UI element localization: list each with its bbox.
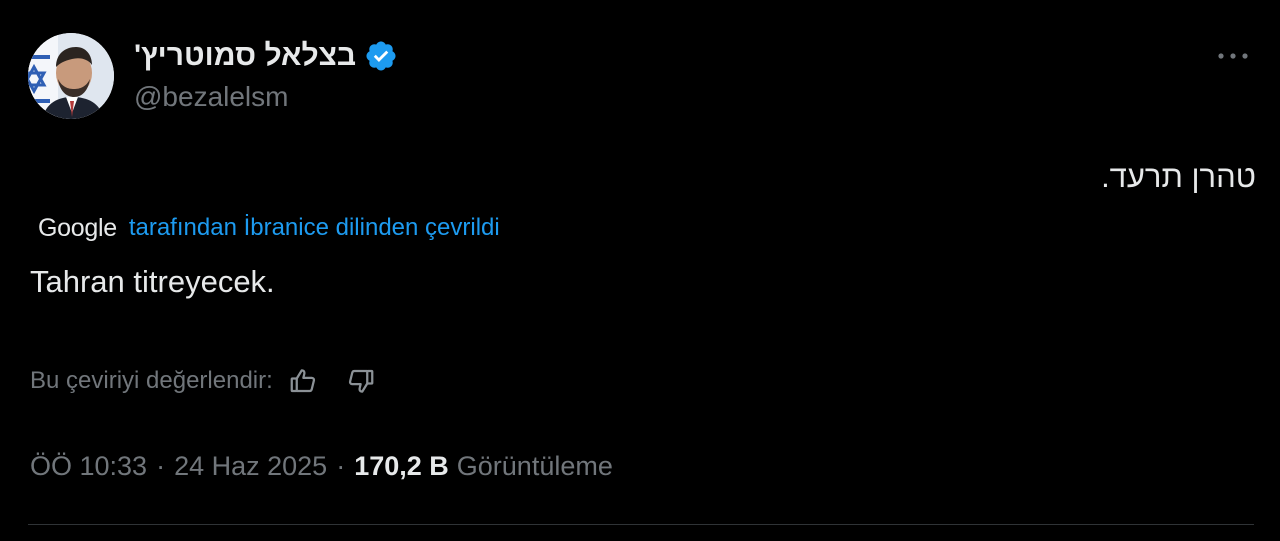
tweet-translated-text: Tahran titreyecek. [30, 264, 275, 299]
meta-separator: · [336, 451, 346, 481]
meta-separator: · [156, 451, 166, 481]
views-label: Görüntüleme [456, 451, 613, 481]
tweet-date[interactable]: 24 Haz 2025 [174, 446, 327, 486]
tweet-meta-row: ÖÖ 10:33 · 24 Haz 2025 · 170,2 B Görüntü… [30, 446, 613, 486]
author-name-row: בצלאל סמוטריץ' [134, 36, 398, 76]
tweet-time[interactable]: ÖÖ 10:33 [30, 446, 147, 486]
thumbs-up-icon[interactable] [287, 365, 319, 397]
views-count: 170,2 B [354, 451, 449, 481]
google-logo: Google [38, 214, 117, 242]
translated-by-link[interactable]: tarafından İbranice dilinden çevrildi [129, 210, 500, 246]
author-handle[interactable]: @bezalelsm [134, 80, 288, 114]
tweet-original-text: טהרן תרעד. [1101, 159, 1256, 194]
tweet-detail: בצלאל סמוטריץ' @bezalelsm טהרן תרעד. Goo… [0, 0, 1280, 541]
avatar-image [28, 33, 114, 119]
author-display-name[interactable]: בצלאל סמוטריץ' [134, 36, 356, 76]
thumbs-down-icon[interactable] [345, 365, 377, 397]
more-horizontal-icon[interactable] [1212, 40, 1256, 72]
rate-translation-label: Bu çeviriyi değerlendir: [30, 367, 273, 394]
avatar[interactable] [28, 33, 114, 119]
rate-translation-row: Bu çeviriyi değerlendir: [30, 362, 403, 400]
verified-badge-icon[interactable] [364, 39, 398, 73]
divider [28, 524, 1254, 525]
translation-attribution: Google tarafından İbranice dilinden çevr… [38, 210, 500, 246]
